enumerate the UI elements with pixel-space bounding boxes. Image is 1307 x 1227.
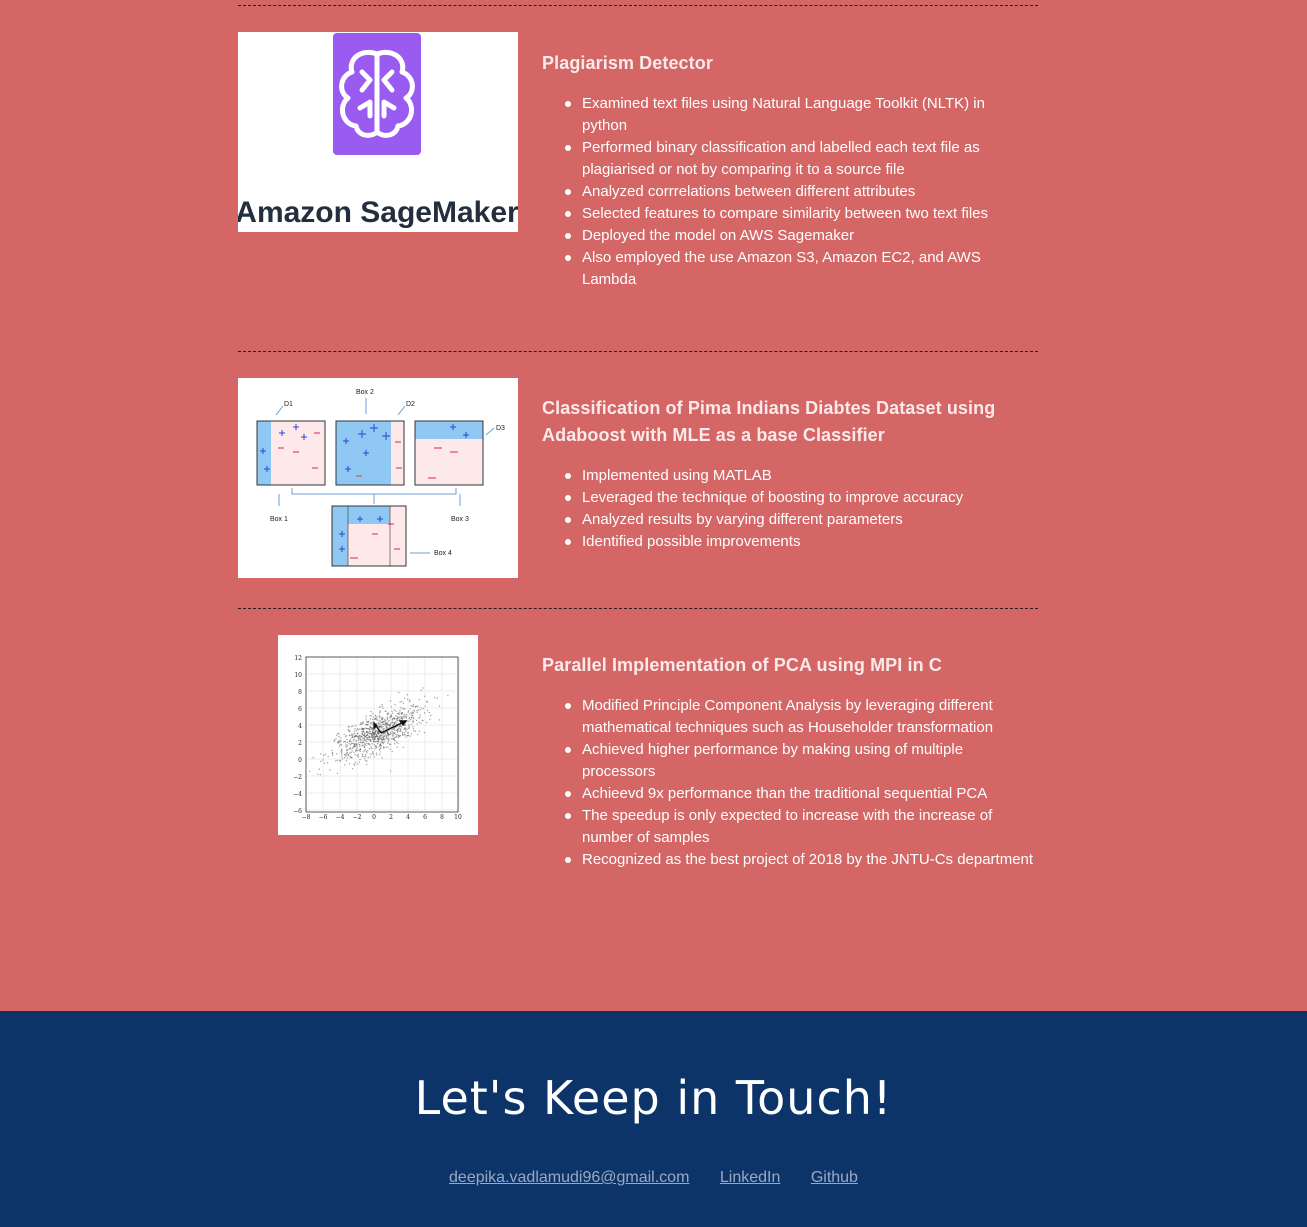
linkedin-link[interactable]: LinkedIn bbox=[720, 1169, 781, 1186]
section-divider bbox=[238, 608, 1038, 609]
list-item: Modified Principle Component Analysis by… bbox=[565, 695, 1038, 739]
sagemaker-image: Amazon SageMaker bbox=[238, 32, 518, 232]
project-points: Modified Principle Component Analysis by… bbox=[542, 695, 1038, 871]
list-item: Analyzed results by varying different pa… bbox=[565, 509, 1038, 531]
list-item: Performed binary classification and labe… bbox=[565, 137, 1038, 181]
list-item: Achieevd 9x performance than the traditi… bbox=[565, 783, 1038, 805]
label-d2: D2 bbox=[406, 401, 415, 408]
list-item: Identified possible improvements bbox=[565, 531, 1038, 553]
brain-icon: Amazon SageMaker bbox=[238, 33, 518, 229]
project-plagiarism-detector: Amazon SageMaker Plagiarism Detector Exa… bbox=[238, 32, 1038, 322]
x-tick: 0 bbox=[372, 814, 376, 821]
label-d1: D1 bbox=[284, 401, 293, 408]
label-box1: Box 1 bbox=[270, 516, 288, 523]
x-tick: −8 bbox=[302, 814, 311, 821]
project-adaboost-classification: D1 Box 2 D2 D3 Box 1 Box 3 Box 4 Classif… bbox=[238, 378, 1038, 588]
list-item: Achieved higher performance by making us… bbox=[565, 739, 1038, 783]
list-item: Also employed the use Amazon S3, Amazon … bbox=[565, 247, 1038, 291]
label-box3: Box 3 bbox=[451, 516, 469, 523]
list-item: Selected features to compare similarity … bbox=[565, 203, 1038, 225]
x-tick: 2 bbox=[389, 814, 393, 821]
x-tick: 8 bbox=[440, 814, 444, 821]
x-tick: −4 bbox=[336, 814, 345, 821]
y-tick: −2 bbox=[293, 774, 302, 781]
project-info: Classification of Pima Indians Diabtes D… bbox=[542, 395, 1038, 553]
project-title: Plagiarism Detector bbox=[542, 53, 713, 73]
projects-section: Amazon SageMaker Plagiarism Detector Exa… bbox=[0, 0, 1307, 1011]
x-tick: −2 bbox=[353, 814, 362, 821]
section-divider bbox=[238, 351, 1038, 352]
y-tick: 4 bbox=[298, 723, 302, 730]
pca-scatter-image: 12 10 8 6 4 2 0 −2 −4 −6 −8 −6 −4 −2 0 2… bbox=[278, 635, 478, 835]
contact-footer: Let's Keep in Touch! deepika.vadlamudi96… bbox=[0, 1011, 1307, 1227]
list-item: Analyzed corrrelations between different… bbox=[565, 181, 1038, 203]
y-tick: 6 bbox=[298, 706, 302, 713]
project-title: Parallel Implementation of PCA using MPI… bbox=[542, 655, 942, 675]
footer-links: deepika.vadlamudi96@gmail.com LinkedIn G… bbox=[0, 1169, 1307, 1187]
project-parallel-pca: 12 10 8 6 4 2 0 −2 −4 −6 −8 −6 −4 −2 0 2… bbox=[238, 635, 1038, 945]
section-divider bbox=[238, 5, 1038, 6]
y-tick: −4 bbox=[293, 791, 302, 798]
label-box2: Box 2 bbox=[356, 389, 374, 396]
x-tick: 10 bbox=[454, 814, 462, 821]
list-item: Deployed the model on AWS Sagemaker bbox=[565, 225, 1038, 247]
github-link[interactable]: Github bbox=[811, 1169, 858, 1186]
sagemaker-caption: Amazon SageMaker bbox=[238, 196, 518, 229]
y-tick: 8 bbox=[298, 689, 302, 696]
y-tick: 10 bbox=[294, 672, 302, 679]
footer-title: Let's Keep in Touch! bbox=[414, 1071, 893, 1125]
project-points: Implemented using MATLAB Leveraged the t… bbox=[542, 465, 1038, 553]
y-tick: 12 bbox=[294, 655, 302, 662]
list-item: Recognized as the best project of 2018 b… bbox=[565, 849, 1038, 871]
x-tick: 6 bbox=[423, 814, 427, 821]
project-info: Plagiarism Detector Examined text files … bbox=[542, 50, 1038, 291]
x-tick: −6 bbox=[319, 814, 328, 821]
project-info: Parallel Implementation of PCA using MPI… bbox=[542, 652, 1038, 871]
y-tick: 2 bbox=[298, 740, 302, 747]
project-points: Examined text files using Natural Langua… bbox=[542, 93, 1038, 291]
list-item: Implemented using MATLAB bbox=[565, 465, 1038, 487]
list-item: Leveraged the technique of boosting to i… bbox=[565, 487, 1038, 509]
label-box4: Box 4 bbox=[434, 550, 452, 557]
list-item: Examined text files using Natural Langua… bbox=[565, 93, 1038, 137]
label-d3: D3 bbox=[496, 425, 505, 432]
email-link[interactable]: deepika.vadlamudi96@gmail.com bbox=[449, 1169, 689, 1186]
x-tick: 4 bbox=[406, 814, 410, 821]
y-tick: 0 bbox=[298, 757, 302, 764]
project-title: Classification of Pima Indians Diabtes D… bbox=[542, 398, 996, 445]
adaboost-diagram-image: D1 Box 2 D2 D3 Box 1 Box 3 Box 4 bbox=[238, 378, 518, 578]
list-item: The speedup is only expected to increase… bbox=[565, 805, 1038, 849]
